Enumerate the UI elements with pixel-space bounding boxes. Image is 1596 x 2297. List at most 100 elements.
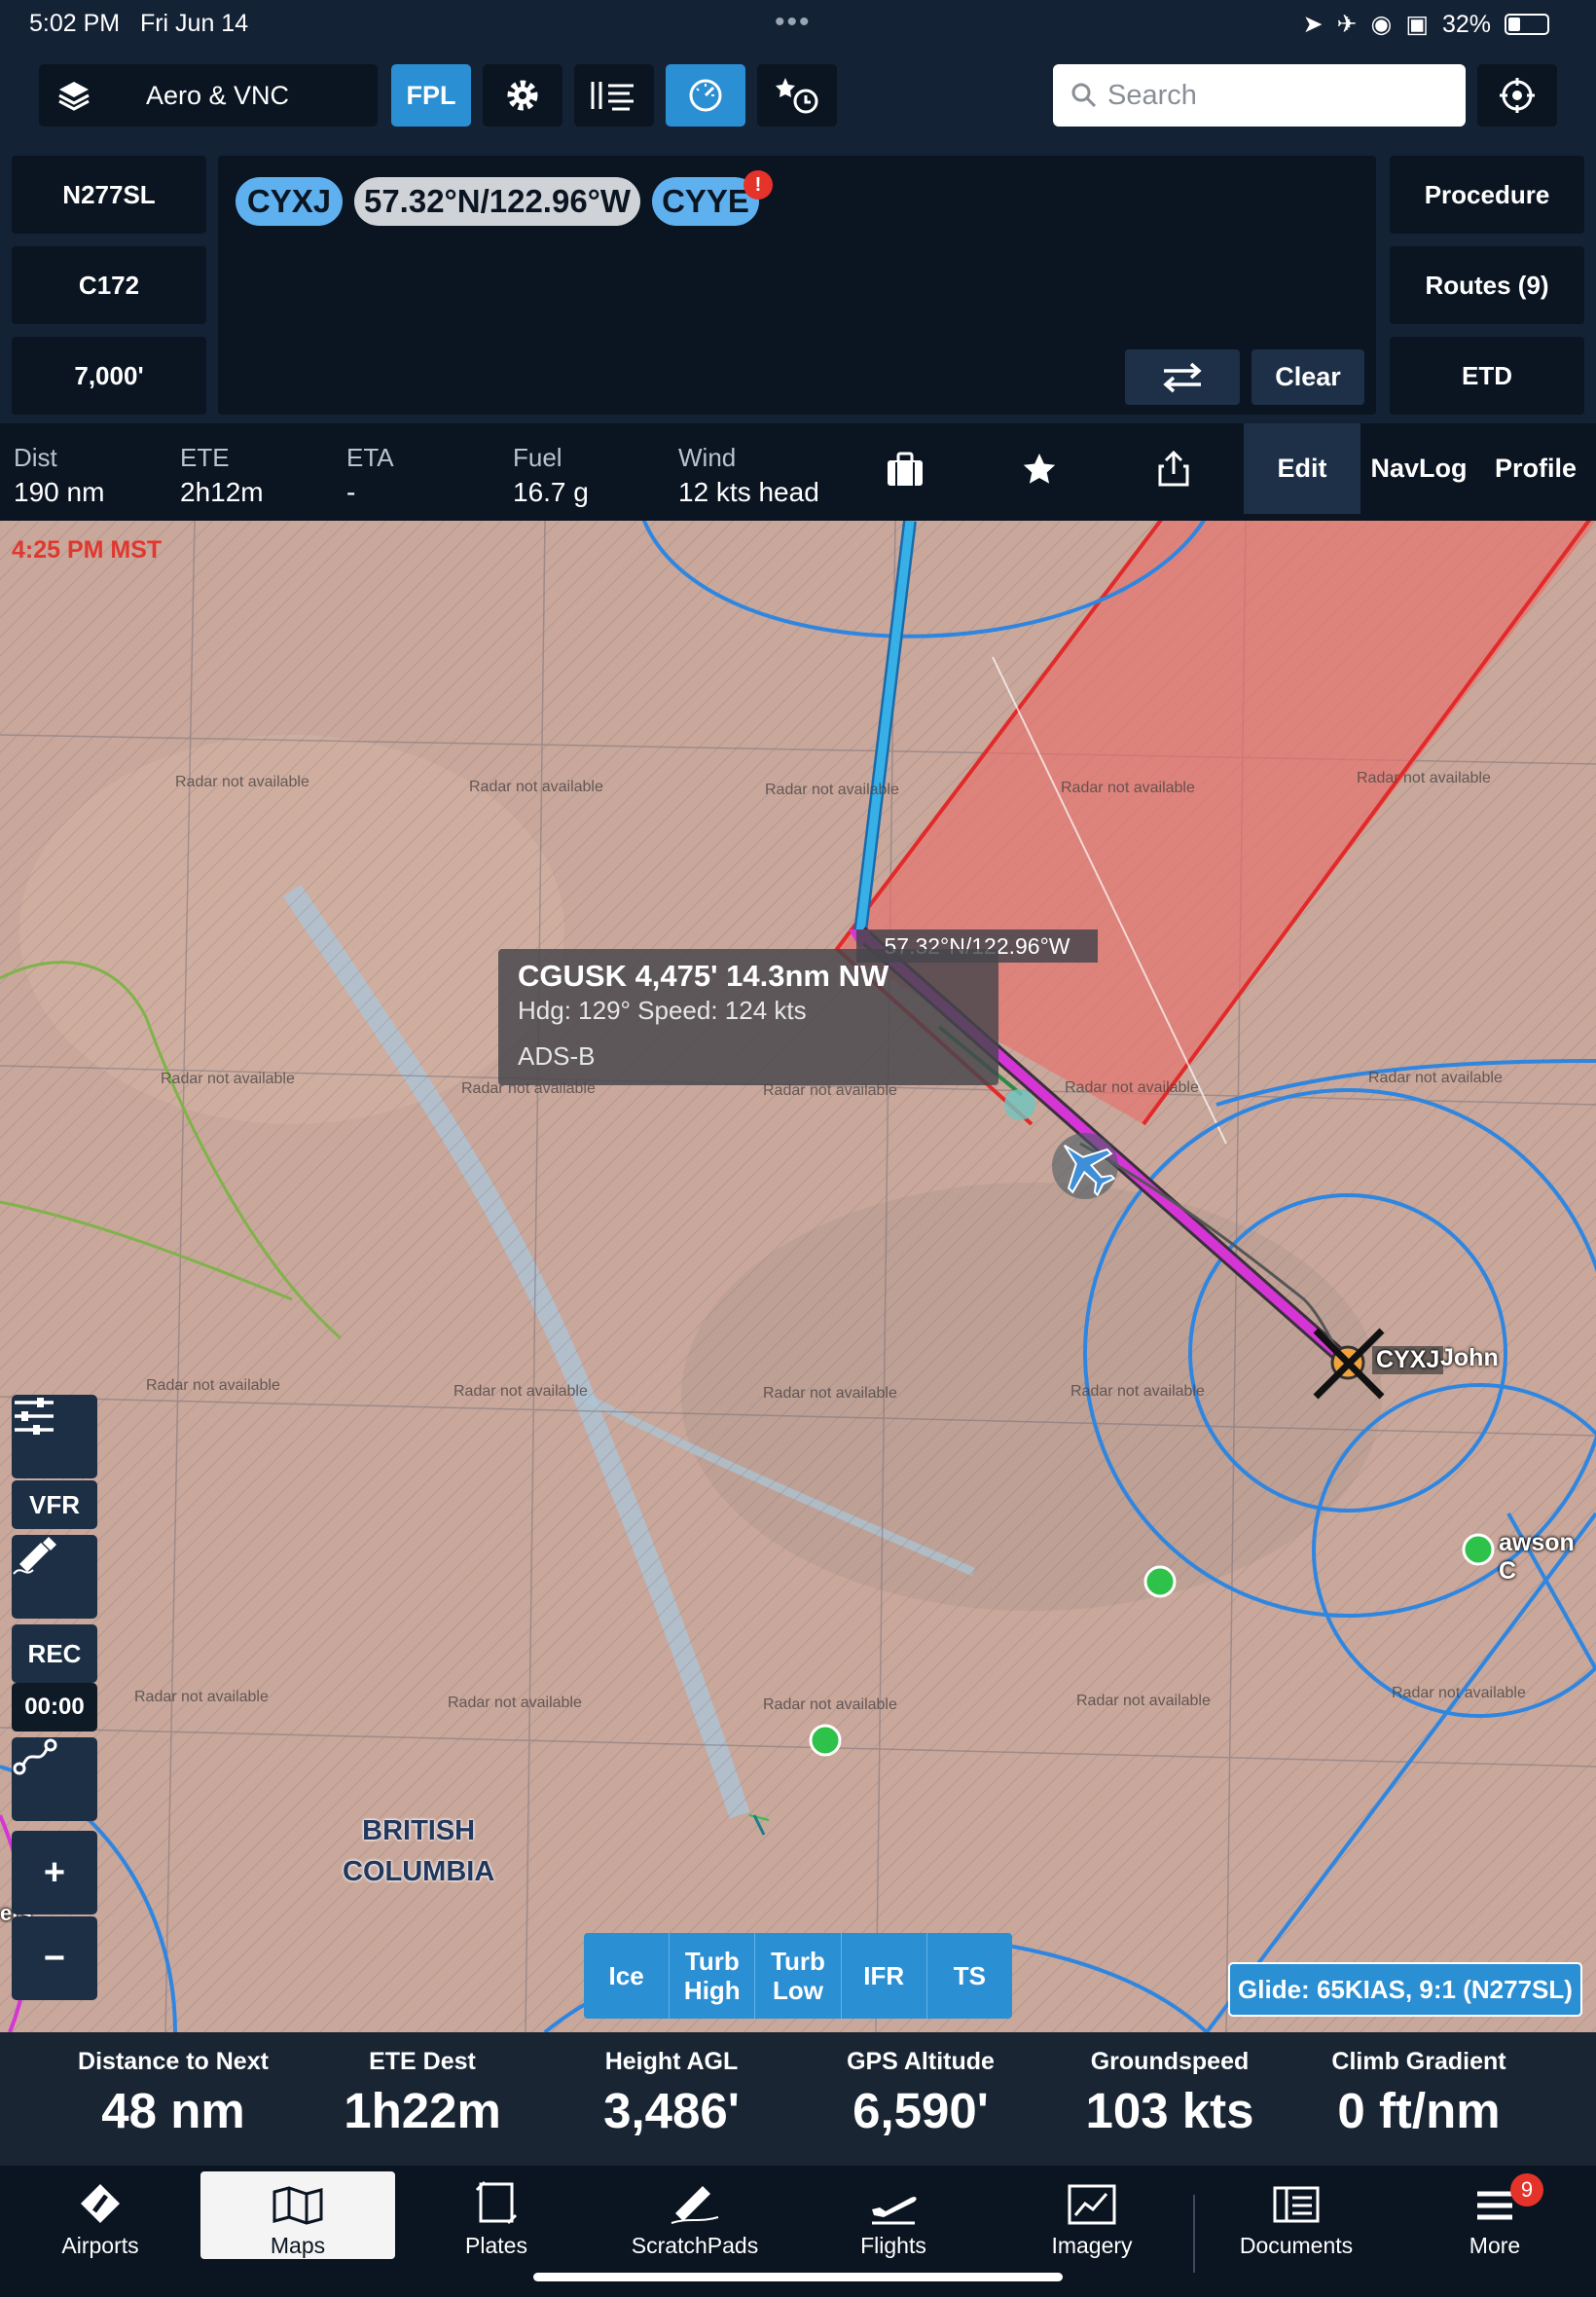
tab-navlog[interactable]: NavLog <box>1360 423 1477 514</box>
airport-dot-3[interactable] <box>1462 1533 1495 1566</box>
sliders-icon <box>15 1398 54 1435</box>
etd-button[interactable]: ETD <box>1390 337 1584 415</box>
pen-icon <box>671 2186 719 2224</box>
traffic-popup[interactable]: CGUSK 4,475' 14.3nm NW Hdg: 129° Speed: … <box>498 949 998 1085</box>
map-view[interactable]: 4:25 PM MST Radar not available Radar no… <box>0 521 1596 2032</box>
stat-distance: Dist 190 nm <box>14 443 105 507</box>
radar-label: Radar not available <box>1357 770 1491 786</box>
airplane-mode-icon: ✈ <box>1336 11 1358 38</box>
tab-airports[interactable]: Airports <box>0 2171 200 2259</box>
radar-label: Radar not available <box>1368 1070 1503 1086</box>
route-nodes-icon <box>13 1738 57 1775</box>
plates-icon <box>475 2180 518 2225</box>
map-layer-selector[interactable]: Aero & VNC <box>39 64 378 127</box>
route-waypoint-departure[interactable]: CYXJ <box>236 177 343 226</box>
aircraft-id-button[interactable]: N277SL <box>12 156 206 234</box>
status-indicators: ➤ ✈ ◉ ▣ 32% <box>1303 10 1549 39</box>
route-waypoint-coordinate[interactable]: 57.32°N/122.96°W <box>354 177 640 226</box>
tab-profile[interactable]: Profile <box>1477 423 1594 514</box>
wind-icon <box>591 82 634 111</box>
instrument-groundspeed: Groundspeed 103 kts <box>1085 2048 1254 2138</box>
route-rubberband-button[interactable] <box>12 1737 97 1821</box>
tab-imagery[interactable]: Imagery <box>995 2171 1189 2259</box>
radar-label: Radar not available <box>1076 1693 1211 1709</box>
fpl-button[interactable]: FPL <box>391 64 471 127</box>
overlay-turb-high-button[interactable]: Turb High <box>670 1933 756 2019</box>
home-indicator[interactable] <box>533 2273 1063 2281</box>
favorite-route-button[interactable] <box>1022 452 1057 492</box>
more-badge: 9 <box>1510 2173 1543 2206</box>
instrument-panel[interactable]: Distance to Next 48 nm ETE Dest 1h22m Heig… <box>0 2032 1596 2166</box>
overlay-ice-button[interactable]: Ice <box>584 1933 671 2019</box>
multitasking-dots-icon[interactable]: ••• <box>775 6 812 39</box>
radar-label: Radar not available <box>175 774 309 790</box>
routes-button[interactable]: Routes (9) <box>1390 246 1584 324</box>
flight-summary-strip: Dist 190 nm ETE 2h12m ETA - Fuel 16.7 g Wind… <box>0 423 1596 521</box>
map-settings-button[interactable] <box>12 1395 97 1478</box>
instrument-climb-gradient: Climb Gradient 0 ft/nm <box>1331 2048 1506 2138</box>
radar-label: Radar not available <box>763 1696 897 1713</box>
rotation-lock-icon: ◉ <box>1370 11 1393 38</box>
weight-balance-button[interactable] <box>886 451 925 492</box>
favorites-timer-icon <box>776 78 818 114</box>
radar-label: Radar not available <box>1061 780 1195 796</box>
annotate-button[interactable] <box>12 1535 97 1619</box>
altitude-button[interactable]: 7,000' <box>12 337 206 415</box>
tab-edit[interactable]: Edit <box>1244 423 1360 514</box>
overlay-ts-button[interactable]: TS <box>927 1933 1012 2019</box>
radar-label: Radar not available <box>1392 1685 1526 1701</box>
route-editor[interactable]: CYXJ 57.32°N/122.96°W CYYE ! Clear <box>218 156 1376 415</box>
instrument-distance-to-next: Distance to Next 48 nm <box>78 2048 269 2138</box>
airport-dot-2[interactable] <box>809 1724 842 1757</box>
radar-label: Radar not available <box>765 782 899 798</box>
overlay-turb-low-button[interactable]: Turb Low <box>755 1933 842 2019</box>
airport-dot-1[interactable] <box>1143 1565 1177 1598</box>
zoom-out-button[interactable]: − <box>12 1916 97 2000</box>
tab-documents[interactable]: Documents <box>1199 2171 1394 2259</box>
town-label: awson C <box>1499 1529 1575 1585</box>
traffic-source-line: ADS-B <box>518 1041 596 1071</box>
wind-button[interactable] <box>574 64 654 127</box>
radar-label: Radar not available <box>1065 1079 1199 1096</box>
stat-ete: ETE 2h12m <box>180 443 264 507</box>
stat-fuel: Fuel 16.7 g <box>513 443 589 507</box>
tab-plates[interactable]: Plates <box>399 2171 594 2259</box>
layer-label: Aero & VNC <box>146 80 290 110</box>
status-time: 5:02 PM Fri Jun 14 <box>29 10 249 37</box>
destination-alert-icon[interactable]: ! <box>744 170 773 200</box>
tab-maps[interactable]: Maps <box>200 2171 395 2259</box>
tab-scratchpads[interactable]: ScratchPads <box>598 2171 792 2259</box>
instrument-ete-dest: ETE Dest 1h22m <box>344 2048 501 2138</box>
radar-label: Radar not available <box>469 779 603 795</box>
search-placeholder: Search <box>1107 79 1197 111</box>
zoom-in-button[interactable]: + <box>12 1831 97 1914</box>
top-toolbar: Aero & VNC FPL Search <box>0 49 1596 146</box>
clear-route-button[interactable]: Clear <box>1251 349 1364 405</box>
glide-advisor-badge[interactable]: Glide: 65KIAS, 9:1 (N277SL) <box>1228 1962 1582 2017</box>
vfr-mode-button[interactable]: VFR <box>12 1480 97 1529</box>
locate-button[interactable] <box>1477 64 1557 127</box>
radar-timestamp: 4:25 PM MST <box>12 536 163 564</box>
tab-flights[interactable]: Flights <box>796 2171 991 2259</box>
aircraft-type-button[interactable]: C172 <box>12 246 206 324</box>
record-timer: 00:00 <box>12 1683 97 1732</box>
search-input[interactable]: Search <box>1053 64 1466 127</box>
airport-code-label[interactable]: CYXJ <box>1372 1346 1444 1374</box>
gauge-icon <box>689 79 722 112</box>
crosshair-icon <box>1500 78 1535 113</box>
imagery-chart-icon <box>1068 2184 1116 2225</box>
favorites-recent-button[interactable] <box>757 64 837 127</box>
tab-more[interactable]: More <box>1397 2171 1592 2259</box>
procedure-button[interactable]: Procedure <box>1390 156 1584 234</box>
record-button[interactable]: REC <box>12 1624 97 1683</box>
map-canvas[interactable] <box>0 521 1596 2032</box>
location-arrow-icon: ➤ <box>1302 11 1324 38</box>
battery-icon <box>1505 14 1549 35</box>
radar-label: Radar not available <box>763 1385 897 1402</box>
reverse-route-button[interactable] <box>1125 349 1240 405</box>
documents-icon <box>1273 2186 1320 2223</box>
overlay-ifr-button[interactable]: IFR <box>842 1933 927 2019</box>
settings-button[interactable] <box>483 64 562 127</box>
instruments-button[interactable] <box>666 64 745 127</box>
share-route-button[interactable] <box>1156 449 1191 492</box>
